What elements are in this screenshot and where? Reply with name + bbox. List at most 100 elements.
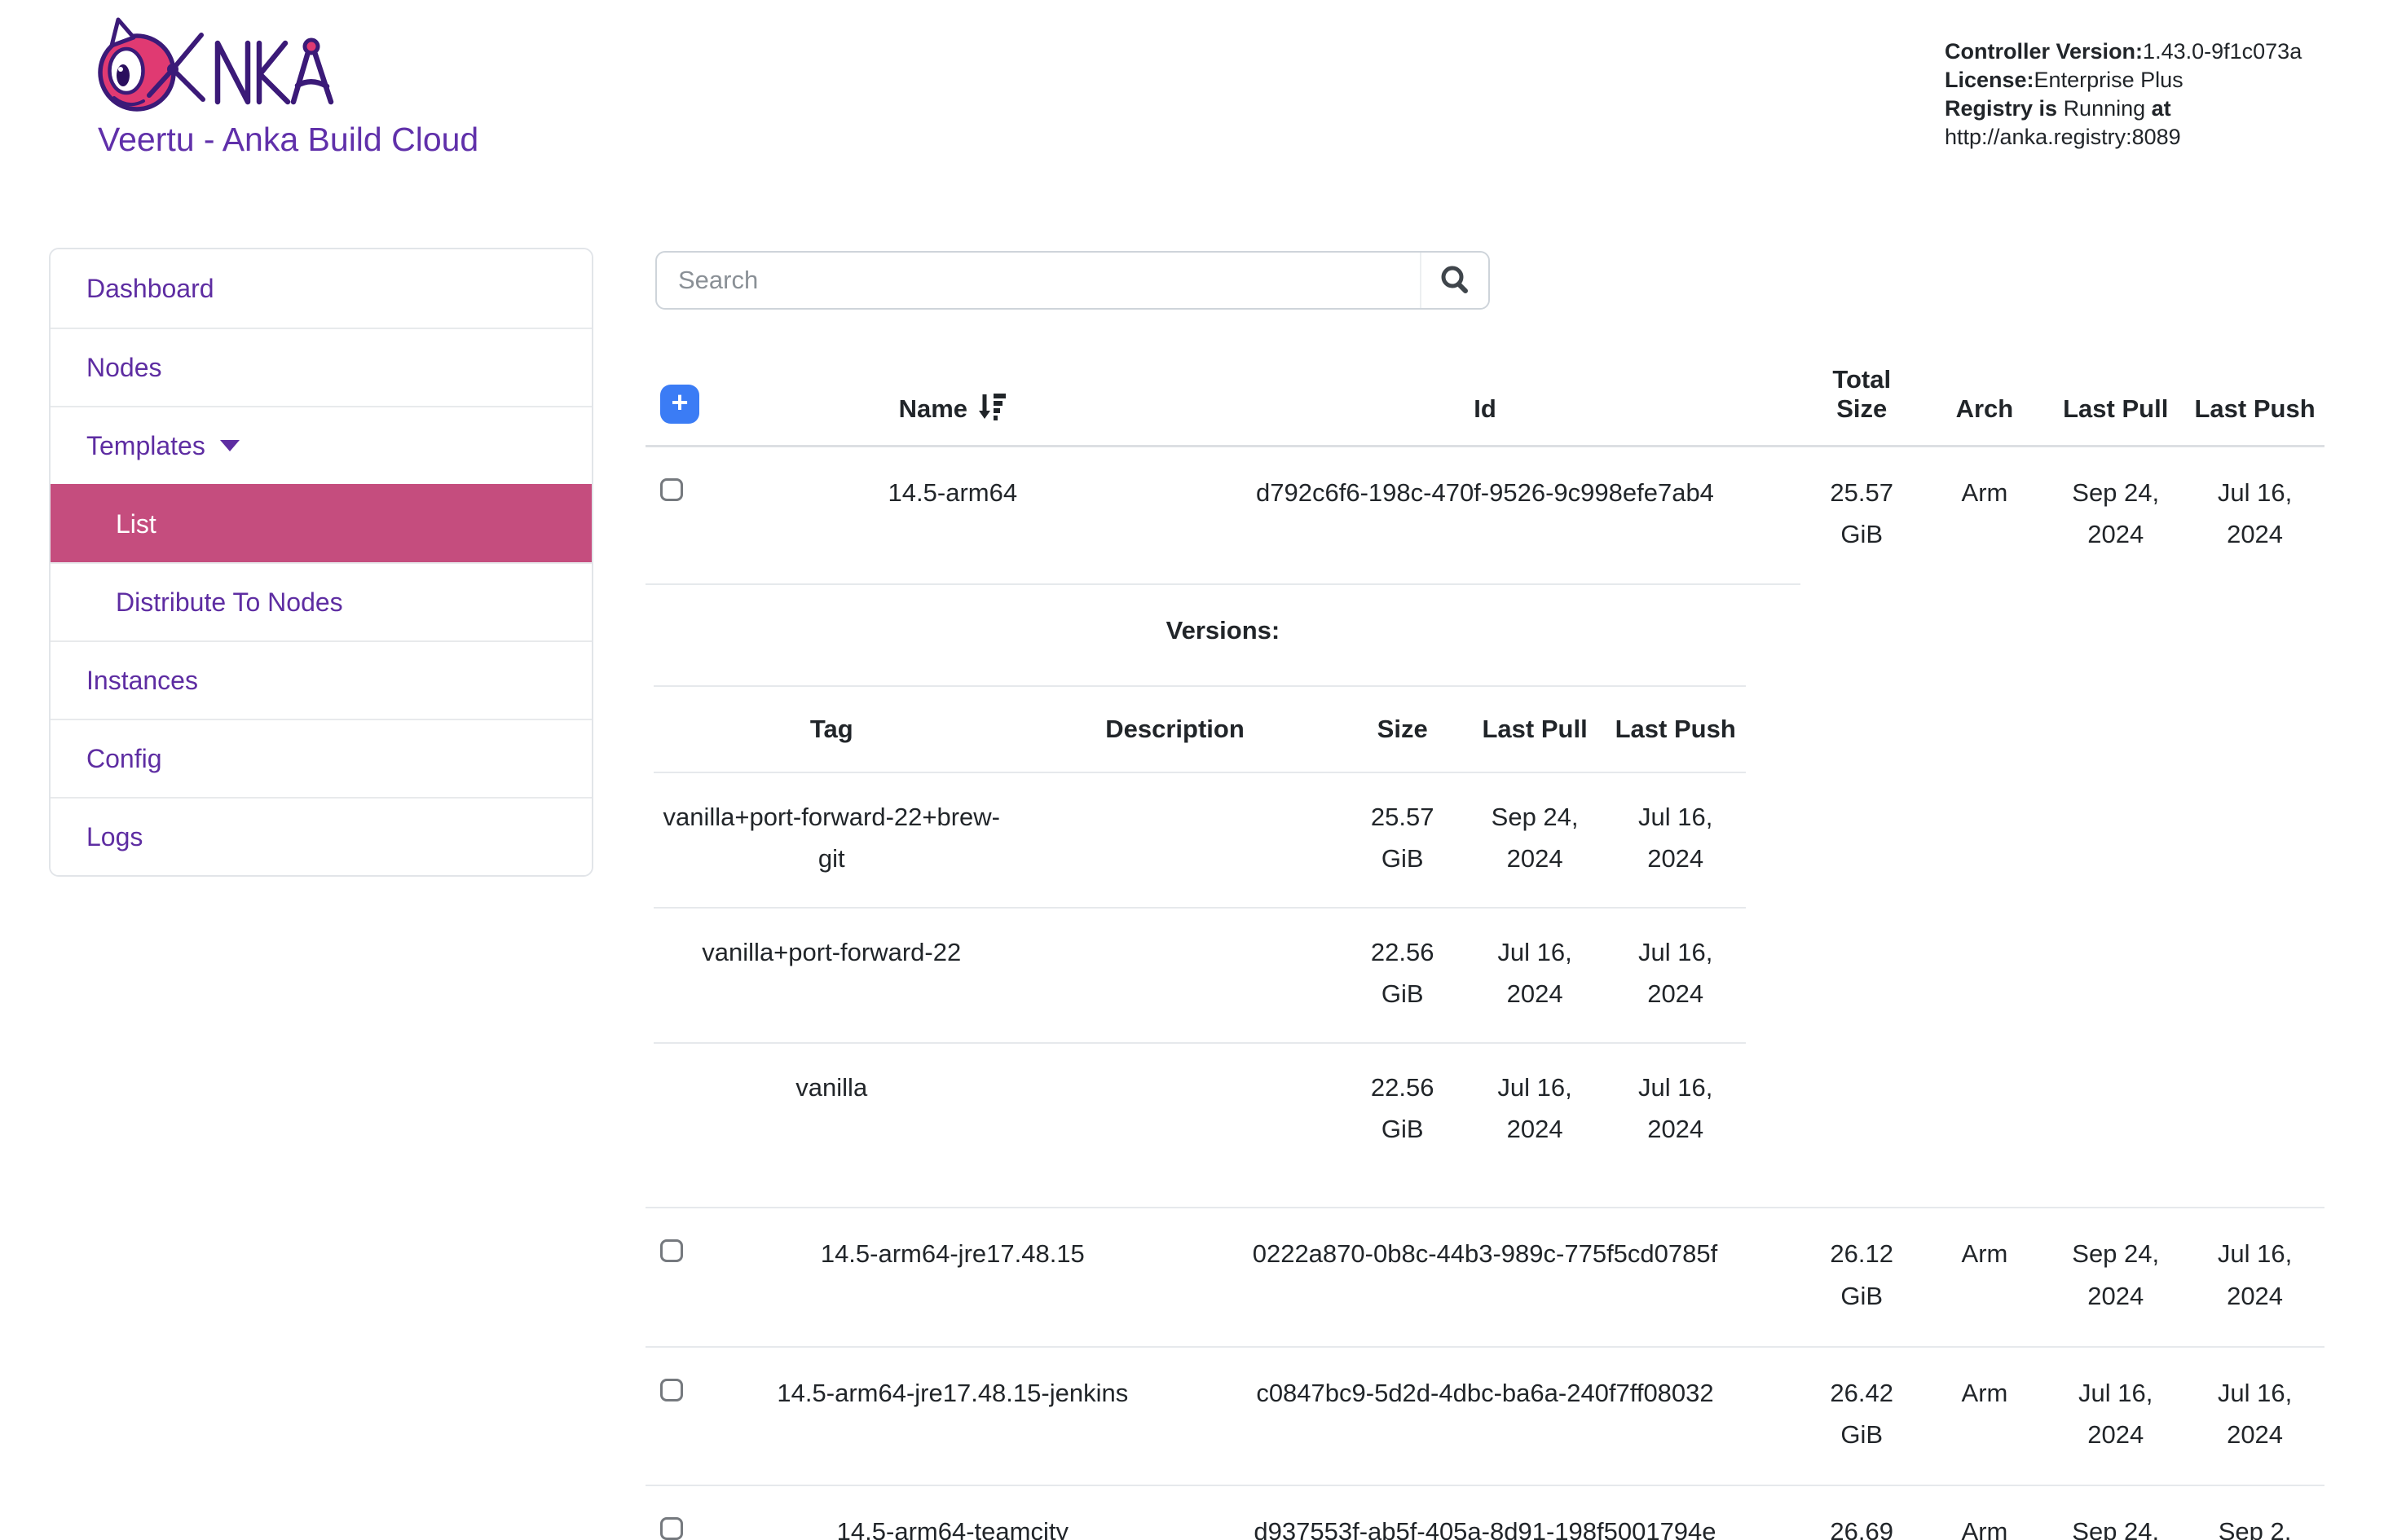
- column-header-name[interactable]: Name: [736, 354, 1170, 447]
- add-template-button[interactable]: +: [660, 385, 699, 424]
- template-last-push: Jul 16, 2024: [2185, 1347, 2324, 1485]
- versions-panel: Versions: Tag Description Size: [646, 584, 1800, 1208]
- sidebar-item-dashboard[interactable]: Dashboard: [51, 249, 592, 328]
- search-input[interactable]: [657, 253, 1420, 308]
- version-last-pull: Sep 24, 2024: [1465, 772, 1606, 908]
- version-tag: vanilla: [654, 1043, 1010, 1177]
- versions-header-row: Tag Description Size Last Pull Last Push: [654, 686, 1746, 772]
- template-id: 0222a870-0b8c-44b3-989c-775f5cd0785f: [1170, 1208, 1800, 1346]
- row-select-cell: [646, 1347, 736, 1485]
- registry-status-line: Registry is Running at: [1945, 95, 2336, 123]
- registry-label: Registry is: [1945, 96, 2064, 121]
- anka-logo[interactable]: [95, 11, 355, 125]
- version-row: vanilla+port-forward-22 22.56 GiB Jul 16…: [654, 908, 1746, 1043]
- sidebar-item-config[interactable]: Config: [51, 719, 592, 797]
- add-template-header-cell: +: [646, 354, 736, 447]
- version-last-pull: Jul 16, 2024: [1465, 908, 1606, 1043]
- registry-at-label: at: [2145, 96, 2171, 121]
- templates-table: + Name Id Total Size A: [646, 354, 2324, 1540]
- sidebar-item-templates[interactable]: Templates: [51, 406, 592, 484]
- template-last-push: Sep 2, 2024: [2185, 1485, 2324, 1540]
- row-checkbox[interactable]: [660, 1517, 683, 1540]
- template-last-pull: Sep 24, 2024: [2046, 1208, 2185, 1346]
- license-label: License:: [1945, 68, 2034, 92]
- template-arch: Arm: [1923, 447, 2047, 585]
- main-content: + Name Id Total Size A: [646, 251, 2324, 1540]
- version-row: vanilla 22.56 GiB Jul 16, 2024 Jul 16, 2…: [654, 1043, 1746, 1177]
- sort-descending-icon[interactable]: [977, 393, 1007, 420]
- plus-icon: +: [671, 388, 688, 417]
- template-arch: Arm: [1923, 1485, 2047, 1540]
- column-header-total-size: Total Size: [1800, 354, 1923, 447]
- template-total-size: 26.42 GiB: [1800, 1347, 1923, 1485]
- license-line: License:Enterprise Plus: [1945, 66, 2336, 95]
- sidebar-item-label: List: [116, 509, 156, 539]
- sidebar-item-distribute-to-nodes[interactable]: Distribute To Nodes: [51, 562, 592, 640]
- sidebar-item-label: Distribute To Nodes: [116, 587, 343, 618]
- template-last-push: Jul 16, 2024: [2185, 1208, 2324, 1346]
- column-header-id: Id: [1170, 354, 1800, 447]
- row-checkbox[interactable]: [660, 478, 683, 501]
- sidebar-item-label: Dashboard: [86, 274, 214, 304]
- sidebar-item-templates-list[interactable]: List: [51, 484, 592, 562]
- version-size: 25.57 GiB: [1341, 772, 1465, 908]
- template-name: 14.5-arm64-jre17.48.15: [736, 1208, 1170, 1346]
- version-last-pull: Jul 16, 2024: [1465, 1043, 1606, 1177]
- caret-down-icon: [220, 440, 240, 451]
- row-checkbox[interactable]: [660, 1239, 683, 1262]
- template-row: 14.5-arm64 d792c6f6-198c-470f-9526-9c998…: [646, 447, 2324, 585]
- template-arch: Arm: [1923, 1347, 2047, 1485]
- sidebar-item-label: Config: [86, 744, 162, 774]
- version-description: [1010, 1043, 1341, 1177]
- template-total-size: 26.69 GiB: [1800, 1485, 1923, 1540]
- version-column-description: Description: [1010, 686, 1341, 772]
- search-button[interactable]: [1420, 253, 1488, 308]
- version-description: [1010, 772, 1341, 908]
- versions-table: Tag Description Size Last Pull Last Push…: [654, 685, 1746, 1177]
- template-total-size: 25.57 GiB: [1800, 447, 1923, 585]
- template-name: 14.5-arm64-teamcity: [736, 1485, 1170, 1540]
- sidebar-item-logs[interactable]: Logs: [51, 797, 592, 875]
- template-id: c0847bc9-5d2d-4dbc-ba6a-240f7ff08032: [1170, 1347, 1800, 1485]
- row-select-cell: [646, 1208, 736, 1346]
- row-select-cell: [646, 447, 736, 585]
- anka-mascot-icon: [100, 20, 203, 109]
- version-last-push: Jul 16, 2024: [1605, 908, 1746, 1043]
- sidebar-item-label: Templates: [86, 431, 205, 461]
- column-header-last-push: Last Push: [2185, 354, 2324, 447]
- versions-label: Versions:: [654, 609, 1792, 651]
- search-icon: [1439, 264, 1471, 297]
- version-tag: vanilla+port-forward-22+brew-git: [654, 772, 1010, 908]
- row-select-cell: [646, 1485, 736, 1540]
- template-arch: Arm: [1923, 1208, 2047, 1346]
- version-size: 22.56 GiB: [1341, 908, 1465, 1043]
- template-row: 14.5-arm64-jre17.48.15-jenkins c0847bc9-…: [646, 1347, 2324, 1485]
- template-last-pull: Sep 24, 2024: [2046, 1485, 2185, 1540]
- sidebar-item-nodes[interactable]: Nodes: [51, 328, 592, 406]
- controller-version-label: Controller Version:: [1945, 39, 2143, 64]
- template-last-pull: Jul 16, 2024: [2046, 1347, 2185, 1485]
- version-tag: vanilla+port-forward-22: [654, 908, 1010, 1043]
- templates-table-header-row: + Name Id Total Size A: [646, 354, 2324, 447]
- template-row: 14.5-arm64-jre17.48.15 0222a870-0b8c-44b…: [646, 1208, 2324, 1346]
- template-last-push: Jul 16, 2024: [2185, 447, 2324, 585]
- sidebar-item-instances[interactable]: Instances: [51, 640, 592, 719]
- template-name: 14.5-arm64: [736, 447, 1170, 585]
- license-value: Enterprise Plus: [2034, 68, 2183, 92]
- version-last-push: Jul 16, 2024: [1605, 1043, 1746, 1177]
- template-id: d937553f-ab5f-405a-8d91-198f5001794e: [1170, 1485, 1800, 1540]
- sidebar-item-label: Instances: [86, 666, 198, 696]
- template-total-size: 26.12 GiB: [1800, 1208, 1923, 1346]
- search-group: [655, 251, 1490, 310]
- version-last-push: Jul 16, 2024: [1605, 772, 1746, 908]
- page: Veertu - Anka Build Cloud Controller Ver…: [0, 0, 2406, 1540]
- row-checkbox[interactable]: [660, 1379, 683, 1401]
- controller-version-value: 1.43.0-9f1c073a: [2143, 39, 2302, 64]
- status-block: Controller Version:1.43.0-9f1c073a Licen…: [1945, 37, 2336, 152]
- controller-version-line: Controller Version:1.43.0-9f1c073a: [1945, 37, 2336, 66]
- column-header-last-pull: Last Pull: [2046, 354, 2185, 447]
- sidebar-item-label: Logs: [86, 822, 143, 852]
- version-column-last-push: Last Push: [1605, 686, 1746, 772]
- template-versions-row: Versions: Tag Description Size: [646, 584, 2324, 1208]
- brand-subtitle: Veertu - Anka Build Cloud: [98, 121, 478, 159]
